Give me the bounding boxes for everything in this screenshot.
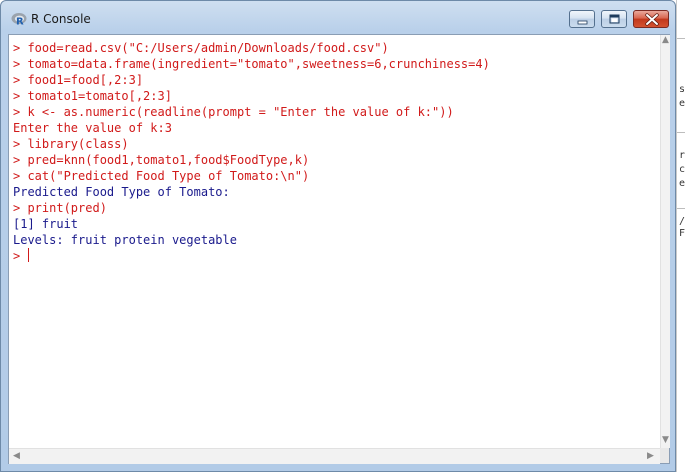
background-divider: [677, 208, 685, 209]
background-text: c: [679, 164, 685, 175]
scroll-down-icon[interactable]: ▼: [662, 435, 669, 445]
console-line: > library(class): [13, 137, 129, 151]
background-text: r: [679, 150, 685, 161]
minimize-button[interactable]: [569, 10, 595, 28]
console-line: > tomato1=tomato[,2:3]: [13, 89, 172, 103]
console-line: > food=read.csv("C:/Users/admin/Download…: [13, 41, 389, 55]
console-line: > k <- as.numeric(readline(prompt = "Ent…: [13, 105, 454, 119]
svg-text:R: R: [16, 17, 24, 27]
console-prompt[interactable]: >: [13, 248, 27, 264]
background-text: /: [679, 216, 685, 227]
console-line: Predicted Food Type of Tomato:: [13, 185, 230, 199]
close-button[interactable]: [633, 10, 669, 28]
window-title: R Console: [31, 12, 91, 26]
console-line: > food1=food[,2:3]: [13, 73, 144, 87]
maximize-button[interactable]: [601, 10, 627, 28]
text-cursor: [28, 248, 29, 262]
console-client-area: > food=read.csv("C:/Users/admin/Download…: [8, 34, 670, 464]
title-bar[interactable]: R R Console: [1, 1, 675, 34]
minimize-icon: [577, 20, 588, 25]
console-line: > cat("Predicted Food Type of Tomato:\n"…: [13, 169, 310, 183]
console-line: Enter the value of k:3: [13, 121, 172, 135]
scroll-left-icon[interactable]: ◀: [13, 451, 20, 461]
console-line: Levels: fruit protein vegetable: [13, 233, 237, 247]
background-text: e: [679, 98, 685, 109]
maximize-icon: [609, 14, 620, 24]
background-divider: [677, 38, 685, 39]
scroll-right-icon[interactable]: ▶: [647, 451, 654, 461]
background-text: F: [679, 228, 685, 239]
r-console-window: R R Console > food=read.csv("C:/Users/ad…: [0, 0, 676, 472]
scrollbar-corner: [660, 448, 669, 463]
background-divider: [677, 132, 685, 133]
console-output[interactable]: > food=read.csv("C:/Users/admin/Download…: [9, 35, 660, 448]
console-line: > tomato=data.frame(ingredient="tomato",…: [13, 57, 490, 71]
r-logo-icon: R: [11, 11, 27, 28]
close-icon: [645, 13, 659, 26]
background-text: e: [679, 178, 685, 189]
background-text: s: [679, 84, 685, 95]
vertical-scrollbar[interactable]: ▲ ▼: [660, 35, 670, 448]
console-line: > pred=knn(food1,tomato1,food$FoodType,k…: [13, 153, 310, 167]
scroll-up-icon[interactable]: ▲: [662, 35, 669, 45]
horizontal-scrollbar[interactable]: ◀ ▶: [9, 448, 660, 464]
console-line: [1] fruit: [13, 217, 79, 231]
console-line: > print(pred): [13, 201, 107, 215]
